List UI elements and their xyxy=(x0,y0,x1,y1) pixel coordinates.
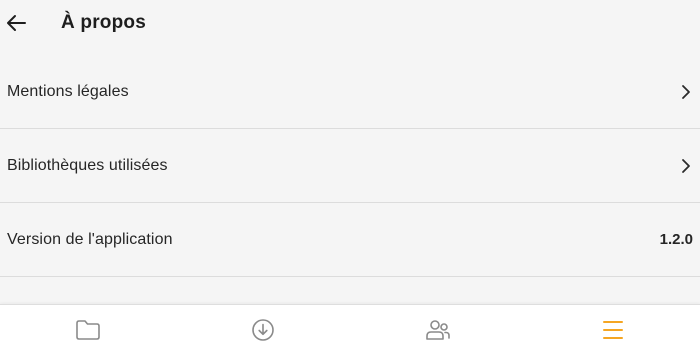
nav-item-menu[interactable] xyxy=(525,305,700,350)
page-title: À propos xyxy=(61,12,146,33)
list-item-legal-notices[interactable]: Mentions légales xyxy=(0,55,700,129)
list-item-label: Mentions légales xyxy=(7,82,129,100)
nav-item-folders[interactable] xyxy=(0,305,175,350)
download-circle-icon xyxy=(251,319,274,341)
list-item-app-version: Version de l'application 1.2.0 xyxy=(0,203,700,277)
chevron-right-icon xyxy=(679,83,693,101)
list-item-label: Version de l'application xyxy=(7,230,173,248)
arrow-left-icon xyxy=(7,15,26,31)
chevron-right-icon xyxy=(679,157,693,175)
back-button[interactable] xyxy=(0,9,32,37)
about-screen: À propos Mentions légales Bibliothèques … xyxy=(0,0,700,350)
app-header: À propos xyxy=(0,0,700,52)
users-icon xyxy=(425,320,450,340)
list-item-label: Bibliothèques utilisées xyxy=(7,156,168,174)
app-version-value: 1.2.0 xyxy=(659,231,693,248)
bottom-navigation xyxy=(0,304,700,350)
folder-icon xyxy=(75,320,100,340)
menu-icon xyxy=(602,321,623,339)
settings-list: Mentions légales Bibliothèques utilisées… xyxy=(0,55,700,277)
nav-item-users[interactable] xyxy=(350,305,525,350)
nav-item-downloads[interactable] xyxy=(175,305,350,350)
list-item-libraries-used[interactable]: Bibliothèques utilisées xyxy=(0,129,700,203)
